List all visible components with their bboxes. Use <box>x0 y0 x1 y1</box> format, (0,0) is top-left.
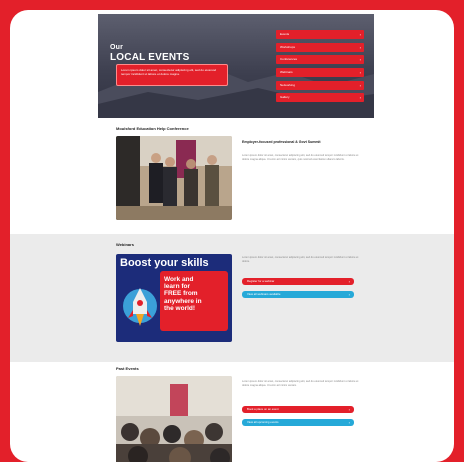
book-event-button[interactable]: Book a place on an event › <box>242 406 354 413</box>
skills-line: learn for <box>164 283 191 291</box>
chevron-right-icon: › <box>359 70 361 76</box>
chevron-right-icon: › <box>359 44 361 50</box>
skills-callout: Work and learn for FREE from anywhere in… <box>160 271 228 331</box>
section1-heading: Employer-focused professional & Govt Sum… <box>242 140 321 144</box>
view-webinars-button[interactable]: View all webinars available › <box>242 291 354 298</box>
skills-line: the world! <box>164 304 196 312</box>
hero-menu-item[interactable]: Conferences › <box>276 55 364 65</box>
hero-title: Our LOCAL EVENTS <box>110 44 189 63</box>
skills-line: Work and <box>164 276 194 283</box>
button-label: Register for a webinar <box>247 279 275 283</box>
menu-label: Workshops <box>280 44 295 49</box>
hero-menu-item[interactable]: Networking › <box>276 80 364 90</box>
webinars-band <box>10 234 454 362</box>
hero-menu-item[interactable]: Events › <box>276 30 364 39</box>
chevron-right-icon: › <box>348 279 350 284</box>
menu-label: Gallery <box>280 95 290 100</box>
chevron-right-icon: › <box>359 57 361 63</box>
hero-menu-item[interactable]: Workshops › <box>276 42 364 52</box>
button-label: View all upcoming events <box>247 420 279 424</box>
skills-line: FREE from <box>164 290 198 298</box>
chevron-right-icon: › <box>348 407 350 412</box>
button-label: View all webinars available <box>247 292 281 296</box>
skills-title: Boost your skills <box>120 257 209 269</box>
menu-label: Events <box>280 32 290 36</box>
hero-menu-item[interactable]: Webinars › <box>276 68 364 78</box>
chevron-right-icon: › <box>348 292 350 297</box>
skills-line: anywhere in <box>164 297 202 305</box>
section2-title: Webinars <box>116 242 134 247</box>
hero-title-line2: LOCAL EVENTS <box>110 52 190 63</box>
menu-label: Networking <box>280 82 296 87</box>
hero-banner: Our LOCAL EVENTS Lorem ipsum dolor sit a… <box>98 14 374 118</box>
button-label: Book a place on an event <box>247 407 279 411</box>
menu-label: Webinars <box>280 70 293 75</box>
hero-menu-item[interactable]: Gallery › <box>276 93 364 103</box>
section1-text: Lorem ipsum dolor sit amet, consectetur … <box>242 154 359 161</box>
past-events-photo <box>116 376 232 462</box>
hero-red-banner: Lorem ipsum dolor sit amet, consectetur … <box>116 64 228 86</box>
rocket-icon <box>123 288 157 326</box>
section3-title: Past Events <box>116 366 139 371</box>
chevron-right-icon: › <box>359 32 361 37</box>
page-card: Our LOCAL EVENTS Lorem ipsum dolor sit a… <box>10 10 454 462</box>
view-events-button[interactable]: View all upcoming events › <box>242 419 354 426</box>
register-webinar-button[interactable]: Register for a webinar › <box>242 278 354 285</box>
section1-title: Moulsford Education Help Conference <box>116 126 189 131</box>
chevron-right-icon: › <box>348 420 350 425</box>
hero-title-line1: Our <box>110 44 124 51</box>
chevron-right-icon: › <box>359 82 361 88</box>
chevron-right-icon: › <box>359 95 361 101</box>
audience-image <box>116 376 232 462</box>
conference-image <box>116 136 232 220</box>
section2-text: Lorem ipsum dolor sit amet, consectetur … <box>242 256 359 263</box>
section3-text: Lorem ipsum dolor sit amet, consectetur … <box>242 380 359 387</box>
hero-menu: Events › Workshops › Conferences › Webinars… <box>276 30 364 106</box>
menu-label: Conferences <box>280 57 298 62</box>
conference-photo <box>116 136 232 220</box>
boost-skills-graphic: Boost your skills Work and learn for FRE… <box>116 254 232 342</box>
